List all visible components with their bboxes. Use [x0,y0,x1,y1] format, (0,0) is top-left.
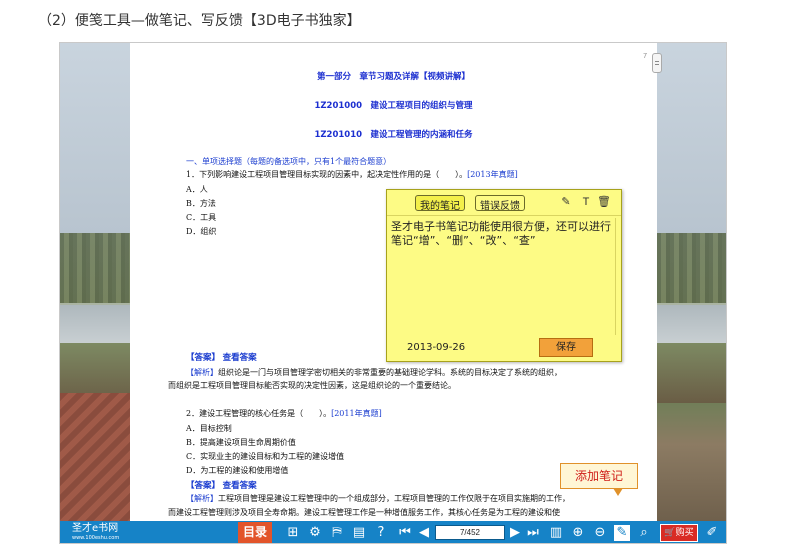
save-note-button[interactable]: 保存 [539,338,593,357]
double-page-icon[interactable]: ▥ [548,525,564,541]
page-scroll-handle[interactable] [652,53,662,73]
part-title: 第一部分 章节习题及详解【视频讲解】 [316,72,470,82]
settings-gear-icon[interactable]: ⚙ [307,525,323,541]
note-list-icon[interactable]: ▤ [351,525,367,541]
q1-option-c: C．工具 [186,213,217,222]
bookmark-icon[interactable]: ⛿ [329,525,345,541]
view-answer-link-2[interactable]: 查看答案 [223,481,257,491]
question-2: 2．建设工程管理的核心任务是（ ）。[2011年真题] [186,409,382,418]
add-note-tooltip: 添加笔记 [560,463,638,496]
q2-option-a: A．目标控制 [186,424,232,433]
next-page-icon[interactable]: ▶ [507,525,523,541]
first-page-icon[interactable]: ⏮ [397,525,413,541]
edit-feedback-icon[interactable]: ✐ [704,525,720,541]
tab-my-notes[interactable]: 我的笔记 [415,195,465,212]
contents-button[interactable]: 目录 [238,522,272,543]
analysis-2-line-1: 【解析】工程项目管理是建设工程管理中的一个组成部分，工程项目管理的工作仅限于在项… [186,494,570,503]
chapter-title: 1Z201000 建设工程项目的组织与管理 [314,101,473,111]
q2-option-c: C．实现业主的建设目标和为工程的建设增值 [186,452,345,461]
search-icon[interactable]: ⌕ [636,525,652,541]
analysis-2-line-2: 而建设工程管理则涉及项目全寿命期。建设工程管理工作是一种增值服务工作，其核心任务… [168,508,560,517]
ebook-viewer: 7 第一部分 章节习题及详解【视频讲解】 1Z201000 建设工程项目的组织与… [59,42,727,544]
note-popup: 我的笔记 错误反馈 ✎ T 🗑 圣才电子书笔记功能使用很方便，还可以进行笔记“增… [386,189,622,362]
last-page-icon[interactable]: ⏭ [525,525,541,541]
background-right [657,43,726,521]
brush-icon[interactable]: ✎ [559,195,573,209]
q1-option-d: D．组织 [186,227,217,236]
question-section-title: 一、单项选择题（每题的备选项中，只有1个最符合题意） [186,157,392,166]
page-number-input[interactable]: 7/452 [435,525,505,540]
q1-option-b: B．方法 [186,199,216,208]
add-note-icon[interactable]: ✎ [614,525,630,541]
note-header: 我的笔记 错误反馈 ✎ T 🗑 [387,190,621,216]
thumbnails-grid-icon[interactable]: ⊞ [285,525,301,541]
site-logo[interactable]: 圣才e书网 www.100eshu.com [72,524,119,542]
q2-option-d: D．为工程的建设和使用增值 [186,466,289,475]
note-scrollbar[interactable] [615,218,622,335]
note-textarea[interactable]: 圣才电子书笔记功能使用很方便，还可以进行笔记“增”、“删”、“改”、“查” [391,220,611,248]
view-answer-link-1[interactable]: 查看答案 [223,353,257,363]
tab-error-feedback[interactable]: 错误反馈 [475,195,525,212]
previous-page-icon[interactable]: ◀ [416,525,432,541]
answer-row-2: 【答案】 查看答案 [186,481,257,491]
bottom-toolbar: 圣才e书网 www.100eshu.com 目录 ⊞ ⚙ ⛿ ▤ ? ⏮ ◀ 7… [60,521,726,543]
background-left [60,43,130,521]
note-date: 2013-09-26 [407,342,466,353]
section-heading: （2）便笺工具—做笔记、写反馈【3D电子书独家】 [38,13,361,29]
buy-button[interactable]: 🛒购买 [660,524,698,542]
zoom-out-icon[interactable]: ⊖ [592,525,608,541]
zoom-in-icon[interactable]: ⊕ [570,525,586,541]
help-icon[interactable]: ? [373,525,389,541]
q2-option-b: B．提高建设项目生命周期价值 [186,438,296,447]
analysis-1-line-2: 而组织是工程项目管理目标能否实现的决定性因素，这是组织论的一个重要结论。 [168,381,456,390]
trash-icon[interactable]: 🗑 [597,195,611,209]
answer-row-1: 【答案】 查看答案 [186,353,257,363]
text-format-icon[interactable]: T [579,195,593,209]
subchapter-title: 1Z201010 建设工程管理的内涵和任务 [314,130,473,140]
q1-option-a: A．人 [186,185,208,194]
analysis-1-line-1: 【解析】组织论是一门与项目管理学密切相关的非常重要的基础理论学科。系统的目标决定… [186,368,562,377]
question-1: 1．下列影响建设工程项目管理目标实现的因素中，起决定性作用的是（ ）。[2013… [186,170,518,179]
page-number: 7 [643,53,647,60]
